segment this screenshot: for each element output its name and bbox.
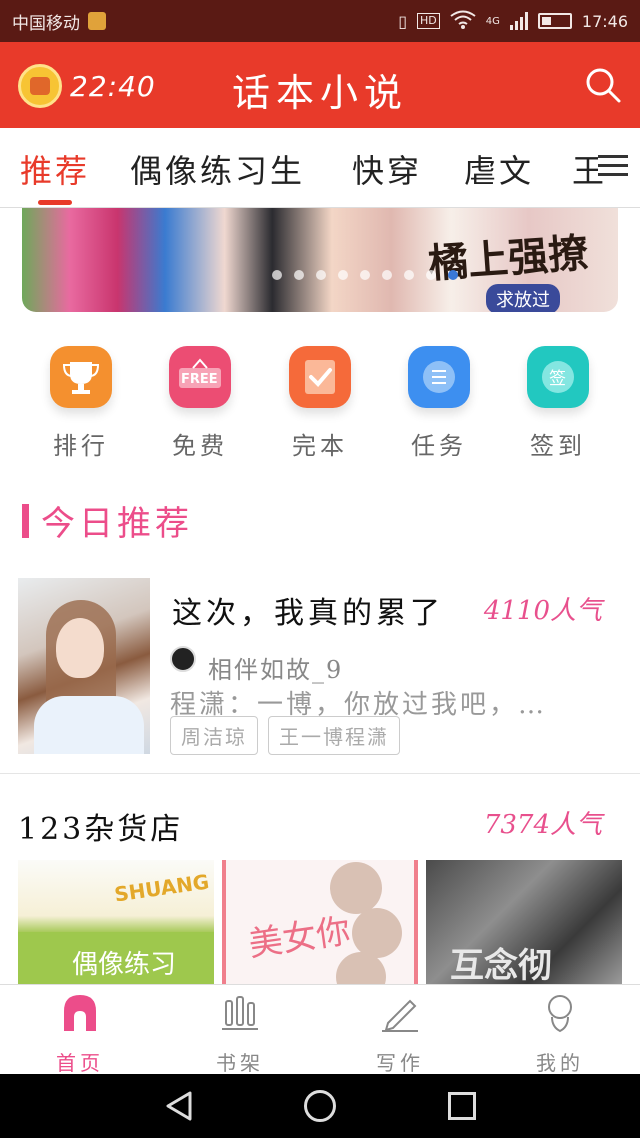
shop-cover-2[interactable]: 美女你 [222, 860, 418, 984]
nav-write-label: 写作 [376, 1051, 424, 1075]
back-icon[interactable] [164, 1090, 194, 1122]
check-in-button[interactable]: 签 签到 [518, 346, 598, 461]
system-navigation-bar [0, 1074, 640, 1138]
quick-actions: 排行 FREE 免费 完本 任务 签 签到 [0, 346, 640, 466]
author-avatar [170, 646, 196, 672]
book-tag[interactable]: 周洁琼 [170, 716, 258, 755]
app-title: 话本小说 [231, 71, 408, 115]
free-sign-icon: FREE [169, 346, 231, 408]
notification-app-icon [88, 12, 106, 30]
nav-profile-label: 我的 [536, 1051, 584, 1075]
nav-bookshelf[interactable]: 书架 [190, 993, 290, 1076]
tab-recommend[interactable]: 推荐 [20, 146, 90, 192]
pager-dot [272, 270, 282, 280]
check-in-badge-text: 签 [549, 369, 566, 389]
tab-idol-trainee[interactable]: 偶像练习生 [130, 146, 305, 192]
book-tags: 周洁琼 王一博程潇 [170, 716, 400, 755]
home-icon [60, 993, 100, 1033]
book-tag[interactable]: 王一博程潇 [268, 716, 400, 755]
signal-icon [509, 12, 528, 30]
tasks-label: 任务 [411, 432, 467, 460]
tabs-menu-icon[interactable] [598, 152, 628, 180]
cover-face [56, 618, 104, 678]
nav-bookshelf-label: 书架 [216, 1051, 264, 1075]
free-label: 免费 [172, 432, 228, 460]
pager-dot [404, 270, 414, 280]
pager-dot [338, 270, 348, 280]
status-right: ▯ HD 4G 17:46 [398, 9, 628, 33]
search-icon[interactable] [584, 66, 622, 104]
ranking-button[interactable]: 排行 [41, 346, 121, 461]
free-badge-text: FREE [181, 372, 218, 387]
cover-text: 偶像练习 [72, 950, 177, 980]
carrier-label: 中国移动 [12, 13, 80, 34]
network-type-label: 4G [485, 15, 500, 27]
banner-pager [272, 270, 458, 280]
book-cover[interactable] [18, 578, 150, 754]
book-author: 相伴如故_9 [208, 656, 344, 684]
ranking-label: 排行 [53, 432, 109, 460]
pager-dot [294, 270, 304, 280]
active-tab-indicator [38, 200, 72, 205]
recent-apps-icon[interactable] [448, 1092, 476, 1120]
app-bar: 22:40 话本小说 [0, 42, 640, 128]
book-title: 这次，我真的累了 [172, 596, 444, 631]
profile-icon [540, 993, 580, 1033]
vibrate-icon: ▯ [398, 11, 408, 31]
trophy-icon [50, 346, 112, 408]
checkmark-icon [289, 346, 351, 408]
banner-tag: 求放过 [486, 284, 560, 312]
wifi-icon [450, 9, 476, 33]
battery-icon [537, 13, 572, 29]
cover-word: SHUANG [112, 869, 211, 907]
pager-dot [316, 270, 326, 280]
shop-cover-3[interactable]: 互念彻 [426, 860, 622, 984]
book-popularity: 4110人气 [483, 596, 602, 626]
featured-book-card[interactable]: 这次，我真的累了 4110人气 相伴如故_9 程潇：一博，你放过我吧，… 周洁琼… [0, 578, 640, 774]
status-left: 中国移动 [12, 9, 106, 34]
status-bar: 中国移动 ▯ HD 4G 17:46 [0, 0, 640, 42]
check-in-label: 签到 [530, 432, 586, 460]
completed-label: 完本 [292, 432, 348, 460]
nav-profile[interactable]: 我的 [510, 993, 610, 1076]
shop-popularity: 7374人气 [483, 810, 602, 840]
category-tabs: 推荐 偶像练习生 快穿 虐文 王 [0, 128, 640, 208]
today-section-header: 今日推荐 [22, 496, 193, 545]
pager-dot-active [448, 270, 458, 280]
shop-cover-1[interactable]: SHUANG 偶像练习 [18, 860, 214, 984]
cover-text: 美女你 [246, 911, 353, 965]
pager-dot [360, 270, 370, 280]
cover-shirt [34, 696, 144, 754]
pager-dot [382, 270, 392, 280]
today-section-title: 今日推荐 [41, 504, 193, 544]
shop-cover-row: SHUANG 偶像练习 美女你 互念彻 [18, 860, 622, 984]
shop-section-title[interactable]: 123杂货店 [18, 804, 183, 848]
nav-home-label: 首页 [56, 1051, 104, 1075]
tab-quick-travel[interactable]: 快穿 [352, 146, 422, 192]
clock-label: 17:46 [581, 11, 628, 31]
nav-home[interactable]: 首页 [30, 993, 130, 1076]
section-accent-bar [22, 503, 29, 538]
tab-angst[interactable]: 虐文 [464, 146, 534, 192]
promo-banner[interactable]: 橘上强撩 求放过 [22, 208, 618, 312]
tasks-button[interactable]: 任务 [399, 346, 479, 461]
hd-badge: HD [417, 13, 440, 29]
cover-portrait [352, 908, 402, 958]
nav-write[interactable]: 写作 [350, 993, 450, 1076]
cover-text: 互念彻 [450, 946, 552, 984]
bookshelf-icon [220, 993, 260, 1033]
completed-button[interactable]: 完本 [280, 346, 360, 461]
bottom-navigation: 首页 书架 写作 我的 [0, 984, 640, 1076]
sign-in-icon: 签 [527, 346, 589, 408]
pager-dot [426, 270, 436, 280]
free-button[interactable]: FREE 免费 [160, 346, 240, 461]
pen-icon [380, 993, 420, 1033]
list-icon [408, 346, 470, 408]
home-circle-icon[interactable] [304, 1090, 336, 1122]
